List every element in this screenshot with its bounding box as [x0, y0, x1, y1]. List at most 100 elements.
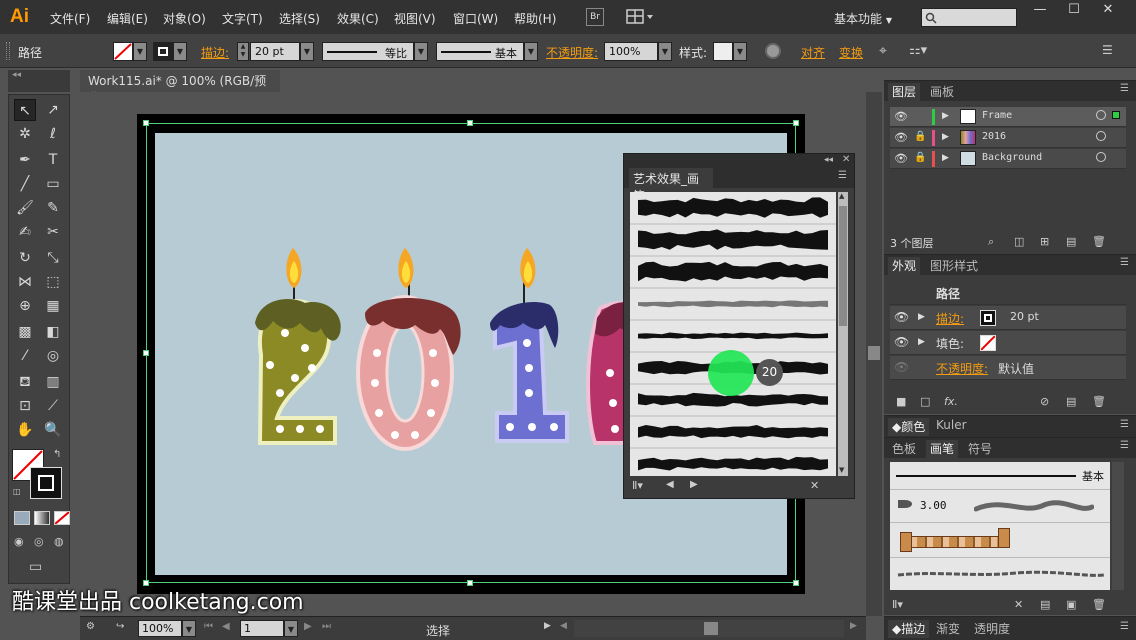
- brush-strokes[interactable]: [630, 192, 836, 476]
- previous-library-icon[interactable]: ◀: [666, 479, 674, 490]
- tab-stroke[interactable]: ◆描边: [888, 620, 930, 638]
- new-brush-icon[interactable]: ▣: [1066, 598, 1076, 611]
- target-circle-icon[interactable]: [1096, 131, 1106, 141]
- menu-type[interactable]: 文字(T): [222, 10, 263, 27]
- none-mode-icon[interactable]: [54, 511, 70, 525]
- control-menu-icon[interactable]: ☰: [1102, 43, 1113, 57]
- gradient-tool-icon[interactable]: ◧: [42, 321, 64, 343]
- visibility-eye-icon[interactable]: 👁: [894, 335, 909, 349]
- pencil-tool-icon[interactable]: ✎: [42, 197, 64, 219]
- arrange-documents-icon[interactable]: [626, 8, 654, 26]
- color-mode-icon[interactable]: [14, 511, 30, 525]
- draw-behind-icon[interactable]: ◎: [34, 535, 44, 548]
- fill-swatch[interactable]: [113, 42, 133, 61]
- visibility-eye-icon[interactable]: 👁: [894, 310, 909, 324]
- selection-handle-tr[interactable]: [793, 120, 799, 126]
- collapse-panel-icon[interactable]: ◂◂: [824, 155, 833, 165]
- screen-mode-icon[interactable]: ▭: [29, 559, 42, 575]
- opacity-label[interactable]: 不透明度:: [546, 44, 598, 61]
- previous-artboard-icon[interactable]: ◀: [222, 621, 230, 632]
- stroke-swatch[interactable]: [153, 42, 173, 61]
- appearance-stroke-row[interactable]: 👁 ▶ 描边: 20 pt: [890, 306, 1126, 330]
- artboard-tool-icon[interactable]: ⊡: [14, 395, 36, 417]
- locate-object-icon[interactable]: ⌕: [988, 235, 994, 249]
- align-link[interactable]: 对齐: [801, 44, 825, 61]
- next-artboard-icon[interactable]: ▶: [304, 621, 312, 632]
- brush-library-menu-icon[interactable]: Ⅱ▾: [632, 479, 643, 492]
- status-menu-arrow[interactable]: ▶: [544, 621, 551, 631]
- profile-dropdown[interactable]: ▼: [414, 42, 428, 61]
- perspective-grid-tool-icon[interactable]: ▦: [42, 295, 64, 317]
- lock-icon[interactable]: 🔒: [914, 152, 926, 163]
- tab-gradient[interactable]: 渐变: [932, 620, 964, 637]
- stroke-color-box[interactable]: [30, 467, 62, 499]
- remove-brush-stroke-icon[interactable]: ✕: [810, 479, 819, 492]
- panel-menu-icon[interactable]: ☰: [838, 170, 847, 181]
- opacity-dropdown[interactable]: ▼: [658, 42, 672, 61]
- menu-help[interactable]: 帮助(H): [514, 10, 556, 27]
- scroll-right-icon[interactable]: ▶: [850, 621, 857, 631]
- layer-row-background[interactable]: 👁 🔒 ▶ Background: [890, 149, 1126, 169]
- visibility-eye-icon[interactable]: 👁: [894, 152, 908, 165]
- gradient-mode-icon[interactable]: [34, 511, 50, 525]
- new-layer-icon[interactable]: ▤: [1066, 235, 1076, 248]
- appearance-opacity-label[interactable]: 不透明度:: [936, 360, 988, 377]
- graphic-style-swatch[interactable]: [713, 42, 733, 61]
- brushes-list[interactable]: 基本 3.00: [890, 462, 1110, 590]
- variable-width-profile[interactable]: 等比: [322, 42, 414, 61]
- toolbar-header[interactable]: ◂◂: [8, 70, 70, 92]
- next-library-icon[interactable]: ▶: [690, 479, 698, 490]
- add-fill-icon[interactable]: □: [920, 395, 930, 408]
- column-graph-tool-icon[interactable]: ▥: [42, 371, 64, 393]
- rectangle-tool-icon[interactable]: ▭: [42, 173, 64, 195]
- pen-tool-icon[interactable]: ✒: [14, 149, 36, 171]
- stroke-weight-dropdown[interactable]: ▼: [300, 42, 314, 61]
- menu-select[interactable]: 选择(S): [279, 10, 320, 27]
- make-clipping-mask-icon[interactable]: ◫: [1014, 235, 1024, 248]
- tab-graphic-styles[interactable]: 图形样式: [926, 257, 982, 274]
- menu-window[interactable]: 窗口(W): [453, 10, 498, 27]
- mesh-tool-icon[interactable]: ▩: [14, 321, 36, 343]
- swap-colors-icon[interactable]: ↰: [53, 449, 61, 460]
- width-tool-icon[interactable]: ⋈: [14, 271, 36, 293]
- draw-inside-icon[interactable]: ◍: [54, 535, 64, 548]
- document-tab[interactable]: Work115.ai* @ 100% (RGB/预览): [80, 70, 280, 105]
- eyedropper-tool-icon[interactable]: ⁄: [14, 345, 36, 367]
- add-effect-icon[interactable]: fx.: [944, 395, 958, 408]
- draw-normal-icon[interactable]: ◉: [14, 535, 24, 548]
- close-panel-icon[interactable]: ✕: [842, 154, 850, 165]
- selection-indicator[interactable]: [1112, 111, 1120, 119]
- direct-selection-tool-icon[interactable]: ↗: [42, 99, 64, 121]
- target-circle-icon[interactable]: [1096, 110, 1106, 120]
- stroke-weight-stepper[interactable]: ▲ ▼: [237, 42, 249, 61]
- menu-edit[interactable]: 编辑(E): [107, 10, 148, 27]
- expand-triangle-icon[interactable]: ▶: [942, 153, 949, 163]
- brushes-scrollbar[interactable]: [1112, 462, 1124, 590]
- menu-effect[interactable]: 效果(C): [337, 10, 379, 27]
- selection-handle-br[interactable]: [793, 580, 799, 586]
- rotate-tool-icon[interactable]: ↻: [14, 247, 36, 269]
- expand-triangle-icon[interactable]: ▶: [918, 337, 925, 347]
- transform-link[interactable]: 变换: [839, 44, 863, 61]
- gpu-icon[interactable]: ⚙: [86, 621, 95, 632]
- layer-row-frame[interactable]: 👁 ▶ Frame: [890, 107, 1126, 127]
- hand-tool-icon[interactable]: ✋: [14, 419, 36, 441]
- brush-item-pattern[interactable]: [890, 524, 1110, 558]
- panel-menu-icon[interactable]: ☰: [1120, 83, 1129, 94]
- vertical-scrollbar[interactable]: [866, 92, 882, 616]
- appearance-stroke-label[interactable]: 描边:: [936, 310, 964, 327]
- zoom-dropdown[interactable]: ▼: [182, 620, 196, 637]
- expand-triangle-icon[interactable]: ▶: [918, 312, 925, 322]
- default-colors-icon[interactable]: ◫: [13, 487, 21, 496]
- fill-dropdown[interactable]: ▼: [133, 42, 147, 61]
- minimize-button[interactable]: —: [1026, 2, 1054, 20]
- selection-tool-icon[interactable]: ↖: [14, 99, 36, 121]
- brush-item-basic[interactable]: 基本: [890, 462, 1110, 490]
- blend-tool-icon[interactable]: ◎: [42, 345, 64, 367]
- slice-tool-icon[interactable]: ⟋: [42, 395, 64, 417]
- zoom-tool-icon[interactable]: 🔍: [42, 419, 64, 441]
- lock-icon[interactable]: 🔒: [914, 131, 926, 142]
- paintbrush-tool-icon[interactable]: 🖌: [14, 197, 36, 219]
- selection-handle-b[interactable]: [467, 580, 473, 586]
- tab-symbols[interactable]: 符号: [964, 440, 996, 457]
